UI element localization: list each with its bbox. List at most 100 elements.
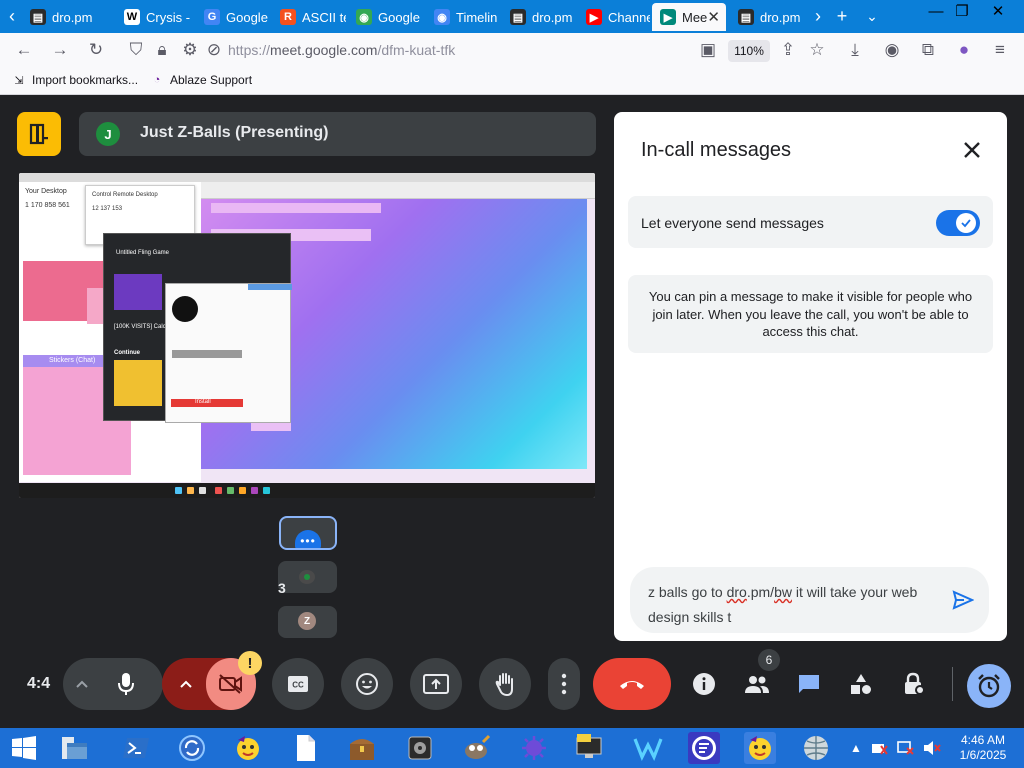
youtube-icon: ▶ <box>586 9 602 25</box>
mic-options-chevron-up-icon[interactable] <box>66 668 98 700</box>
close-tab-icon[interactable]: ✕ <box>707 8 720 26</box>
shared-screen-red-button: Install <box>171 399 243 407</box>
sync-app-icon[interactable] <box>176 732 208 764</box>
host-controls-lock-icon[interactable] <box>898 668 930 700</box>
media-player-icon[interactable] <box>404 732 436 764</box>
zoom-level-button[interactable]: 110% <box>728 40 770 62</box>
permissions-icon[interactable]: ⚙︎ <box>178 38 202 62</box>
browser-tab[interactable]: ▶ Channe <box>578 3 650 31</box>
file-explorer-icon[interactable] <box>58 732 90 764</box>
download-icon[interactable]: ⤓ <box>843 38 867 62</box>
raise-hand-button[interactable] <box>479 658 531 710</box>
tab-scroll-left-button[interactable]: ‹ <box>0 4 24 28</box>
activities-button[interactable] <box>967 664 1011 708</box>
security-center-icon[interactable] <box>894 732 918 764</box>
treasure-chest-icon[interactable] <box>346 732 378 764</box>
reader-view-icon[interactable]: ▣ <box>696 38 720 62</box>
meet-logo-icon[interactable] <box>17 112 61 156</box>
feed-app-icon[interactable] <box>688 732 720 764</box>
leave-call-button[interactable] <box>593 658 671 710</box>
account-icon[interactable]: ◉ <box>880 38 904 62</box>
tab-list-chevron-down-icon[interactable]: ⌄ <box>860 4 884 28</box>
windows-logo-app-icon[interactable] <box>632 732 664 764</box>
camera-options-chevron-up-icon[interactable] <box>170 668 202 700</box>
maximize-window-button[interactable]: ❐ <box>944 0 980 22</box>
gimp-icon[interactable] <box>460 732 492 764</box>
monitor-app-icon[interactable] <box>574 732 606 764</box>
presenter-avatar: J <box>96 122 120 146</box>
captions-button[interactable]: CC <box>272 658 324 710</box>
close-window-button[interactable]: ✕ <box>980 0 1016 22</box>
yahoo-messenger-running-icon[interactable] <box>744 732 776 764</box>
browser-tab[interactable]: R ASCII te <box>272 3 346 31</box>
browser-tab[interactable]: G Google <box>196 3 270 31</box>
camera-warning-icon[interactable]: ! <box>238 651 262 675</box>
browser-tab[interactable]: ▤ dro.pm <box>730 3 804 31</box>
meet-icon: ▶ <box>660 9 676 25</box>
send-icon[interactable] <box>950 587 976 613</box>
forward-arrow-icon[interactable]: → <box>48 38 72 62</box>
url-bar[interactable]: https://meet.google.com/dfm-kuat-tfk <box>228 42 455 58</box>
url-host: meet.google.com <box>270 42 378 58</box>
toggle-label: Let everyone send messages <box>641 215 824 231</box>
bookmark-import[interactable]: ⇲ Import bookmarks... <box>12 73 138 87</box>
emoji-icon <box>356 673 378 695</box>
tray-chevron-up-icon[interactable]: ▲ <box>846 732 866 764</box>
browser-tab[interactable]: ▤ dro.pm <box>22 3 114 31</box>
virus-app-icon[interactable] <box>518 732 550 764</box>
document-icon[interactable] <box>290 732 322 764</box>
message-input[interactable]: z balls go to dro.pm/bw it will take you… <box>648 580 938 630</box>
let-everyone-send-row: Let everyone send messages <box>628 196 993 248</box>
start-windows-icon[interactable] <box>8 732 40 764</box>
browser-tab[interactable]: ▶ Mee ✕ <box>652 3 726 31</box>
bookmark-ablaze-support[interactable]: ◔ Ablaze Support <box>150 73 252 87</box>
shared-screen-continue-label: Continue <box>114 350 140 356</box>
present-now-button[interactable] <box>410 658 462 710</box>
send-messages-toggle[interactable] <box>936 210 980 236</box>
mini-avatars-icon <box>299 570 315 584</box>
browser-tab[interactable]: ◉ Google <box>348 3 424 31</box>
meeting-details-info-icon[interactable] <box>688 668 720 700</box>
reload-icon[interactable]: ↻ <box>84 38 108 62</box>
chat-icon[interactable] <box>793 668 825 700</box>
activities-shapes-icon[interactable] <box>845 668 877 700</box>
star-bookmark-icon[interactable]: ☆ <box>805 38 829 62</box>
microphone-icon[interactable] <box>110 668 142 700</box>
browser-tab-label: Google <box>226 9 268 25</box>
browser-tab[interactable]: ◉ Timelin <box>426 3 500 31</box>
participant-tile[interactable] <box>278 561 337 593</box>
message-compose-box[interactable]: z balls go to dro.pm/bw it will take you… <box>630 567 989 633</box>
new-tab-button[interactable]: + <box>830 4 854 28</box>
extensions-icon[interactable]: ⧉ <box>916 38 940 62</box>
participant-tile-z[interactable]: Z <box>278 606 337 638</box>
network-warning-icon[interactable] <box>868 732 892 764</box>
shield-icon[interactable]: ⛉ <box>124 38 148 62</box>
share-icon[interactable]: ⇪ <box>776 38 800 62</box>
volume-muted-icon[interactable] <box>920 732 944 764</box>
self-participant-tile[interactable]: ••• <box>279 516 337 550</box>
lock-icon[interactable]: 🔒︎ <box>150 38 174 62</box>
alarm-clock-icon <box>978 674 1000 698</box>
profile-icon[interactable]: ● <box>952 38 976 62</box>
browser-tab[interactable]: W Crysis - <box>116 3 194 31</box>
reactions-button[interactable] <box>341 658 393 710</box>
presenter-bar: J Just Z-Balls (Presenting) <box>79 112 596 156</box>
camera-blocked-icon[interactable]: ⊘ <box>202 38 226 62</box>
navigation-toolbar: ← → ↻ ⛉ 🔒︎ ⚙︎ ⊘ https://meet.google.com/… <box>0 33 1024 67</box>
yahoo-messenger-icon[interactable] <box>232 732 264 764</box>
people-icon[interactable] <box>741 668 773 700</box>
close-icon[interactable] <box>958 136 986 164</box>
browser-globe-icon[interactable] <box>800 732 832 764</box>
tray-date: 1/6/2025 <box>959 748 1007 762</box>
browser-tab[interactable]: ▤ dro.pm <box>502 3 576 31</box>
back-arrow-icon[interactable]: ← <box>12 38 36 62</box>
door-icon <box>29 123 48 145</box>
tray-clock[interactable]: 4:46 AM 1/6/2025 <box>955 733 1011 763</box>
wikipedia-icon: W <box>124 9 140 25</box>
more-options-button[interactable] <box>548 658 580 710</box>
browser-tab-label: Crysis - <box>146 9 191 25</box>
tab-scroll-right-button[interactable]: › <box>806 4 830 28</box>
powershell-icon[interactable] <box>120 732 152 764</box>
in-call-messages-panel: In-call messages Let everyone send messa… <box>614 112 1007 641</box>
menu-hamburger-icon[interactable]: ≡ <box>988 38 1012 62</box>
